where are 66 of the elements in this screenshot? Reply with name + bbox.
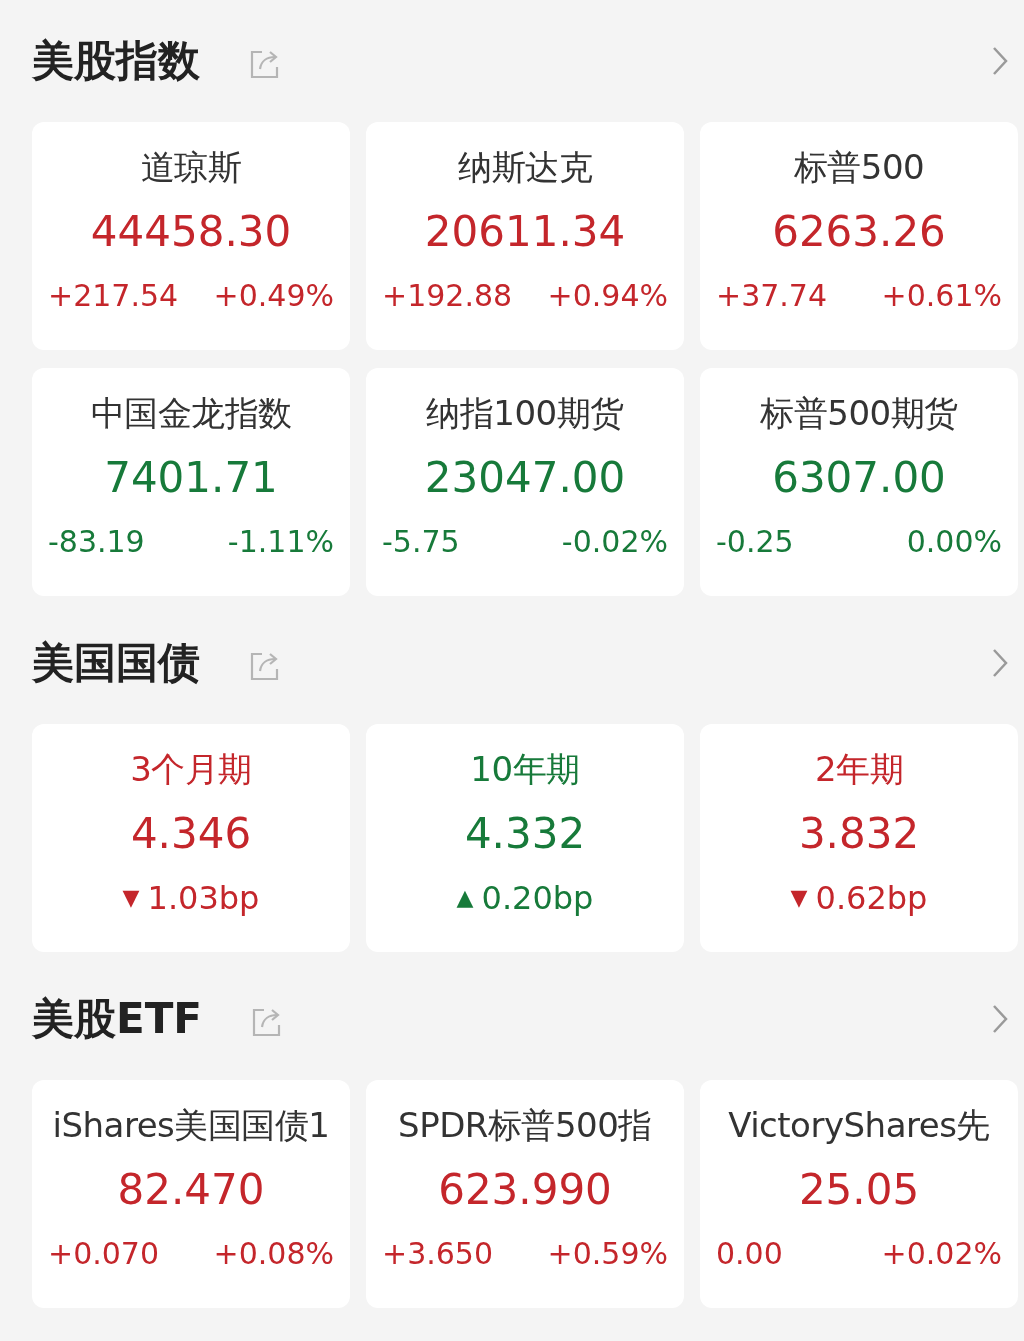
section-title: 美股ETF [32, 993, 203, 1045]
quote-card[interactable]: SPDR标普500指 623.990 +3.650 +0.59% [366, 1080, 684, 1308]
quote-price: 3.832 [798, 808, 920, 860]
quote-change: +217.54 [48, 277, 179, 315]
quote-price: 82.470 [117, 1164, 265, 1216]
section-title: 美国国债 [32, 637, 200, 689]
quote-card[interactable]: 2年期 3.832 ▼ 0.62bp [700, 724, 1018, 952]
quote-change: +37.74 [716, 277, 828, 315]
quote-change: +192.88 [382, 277, 513, 315]
quote-price: 623.990 [438, 1164, 612, 1216]
quote-card[interactable]: VictoryShares先 25.05 0.00 +0.02% [700, 1080, 1018, 1308]
quote-price: 4.332 [464, 808, 586, 860]
quote-change: 0.00 [716, 1235, 783, 1273]
quote-change: +0.070 [48, 1235, 160, 1273]
quote-name: 3个月期 [130, 748, 252, 791]
chevron-right-icon[interactable] [992, 46, 1008, 76]
quote-card[interactable]: 纳斯达克 20611.34 +192.88 +0.94% [366, 122, 684, 350]
quote-change: -5.75 [382, 523, 460, 561]
quote-card[interactable]: 标普500 6263.26 +37.74 +0.61% [700, 122, 1018, 350]
quote-card[interactable]: 道琼斯 44458.30 +217.54 +0.49% [32, 122, 350, 350]
quote-percent: +0.59% [547, 1235, 668, 1273]
quote-percent: 0.00% [906, 523, 1002, 561]
quote-name: 标普500 [793, 146, 925, 189]
quote-change: -0.25 [716, 523, 794, 561]
quote-card[interactable]: 标普500期货 6307.00 -0.25 0.00% [700, 368, 1018, 596]
quote-percent: +0.61% [881, 277, 1002, 315]
quote-change: +3.650 [382, 1235, 494, 1273]
quote-percent: +0.94% [547, 277, 668, 315]
quote-card[interactable]: 3个月期 4.346 ▼ 1.03bp [32, 724, 350, 952]
quote-percent: +0.49% [213, 277, 334, 315]
triangle-icon: ▲ [456, 878, 474, 918]
quote-change: 0.20bp [481, 878, 594, 918]
quote-name: 10年期 [470, 748, 580, 791]
quote-price: 6307.00 [772, 452, 946, 504]
quote-name: 标普500期货 [760, 392, 958, 435]
quote-percent: -0.02% [561, 523, 668, 561]
quote-name: SPDR标普500指 [398, 1104, 652, 1147]
quote-price: 44458.30 [90, 206, 292, 258]
quote-name: 2年期 [814, 748, 904, 791]
section-title: 美股指数 [32, 35, 200, 87]
quote-name: iShares美国国债1 [52, 1104, 330, 1147]
quote-name: 道琼斯 [140, 146, 242, 189]
quote-percent: +0.08% [213, 1235, 334, 1273]
quote-name: 纳指100期货 [426, 392, 624, 435]
quote-price: 4.346 [130, 808, 252, 860]
quote-change: 0.62bp [815, 878, 928, 918]
chevron-right-icon[interactable] [992, 1004, 1008, 1034]
quote-percent: -1.11% [227, 523, 334, 561]
quote-price: 23047.00 [424, 452, 626, 504]
quote-name: 中国金龙指数 [90, 392, 292, 435]
triangle-icon: ▼ [122, 878, 140, 918]
quote-percent: +0.02% [881, 1235, 1002, 1273]
quote-name: 纳斯达克 [458, 146, 592, 189]
quote-price: 25.05 [798, 1164, 920, 1216]
triangle-icon: ▼ [790, 878, 808, 918]
quote-price: 7401.71 [104, 452, 278, 504]
quote-price: 6263.26 [772, 206, 946, 258]
quote-card[interactable]: 10年期 4.332 ▲ 0.20bp [366, 724, 684, 952]
chevron-right-icon[interactable] [992, 648, 1008, 678]
quote-name: VictoryShares先 [728, 1104, 990, 1147]
quote-price: 20611.34 [424, 206, 626, 258]
quote-change: 1.03bp [147, 878, 260, 918]
quote-card[interactable]: 纳指100期货 23047.00 -5.75 -0.02% [366, 368, 684, 596]
quote-card[interactable]: iShares美国国债1 82.470 +0.070 +0.08% [32, 1080, 350, 1308]
quote-change: -83.19 [48, 523, 145, 561]
quote-card[interactable]: 中国金龙指数 7401.71 -83.19 -1.11% [32, 368, 350, 596]
